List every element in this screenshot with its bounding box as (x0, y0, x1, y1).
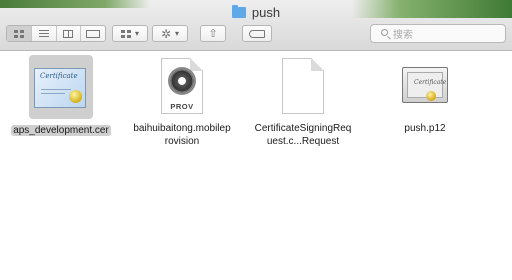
file-item-mobileprovision[interactable]: PROV baihuibaitong.mobileprovision (132, 55, 232, 148)
share-button[interactable]: ⇧ (200, 25, 226, 42)
file-item-p12[interactable]: Certificate push.p12 (375, 55, 475, 135)
window-title-text: push (251, 5, 281, 20)
window-title: push (0, 5, 512, 20)
window-toolbar: push ▾ ✲ ▾ ⇧ 搜索 (0, 0, 512, 51)
prov-badge: PROV (170, 102, 194, 111)
list-view-icon (38, 29, 49, 38)
icon-view-button[interactable] (7, 26, 32, 41)
search-placeholder: 搜索 (393, 30, 413, 41)
share-icon: ⇧ (208, 28, 218, 40)
gear-icon (170, 69, 194, 93)
file-icon-selection-highlight: Certificate (29, 55, 93, 119)
tag-icon (249, 29, 265, 38)
search-field[interactable]: 搜索 (370, 24, 506, 43)
icon-view-icon (13, 29, 24, 38)
file-item-csr[interactable]: CertificateSigningRequest.c...Request (253, 55, 353, 148)
view-mode-segmented-control (6, 25, 106, 42)
arrange-button[interactable]: ▾ (112, 25, 148, 42)
cover-flow-view-button[interactable] (81, 26, 105, 41)
file-name: baihuibaitong.mobileprovision (133, 123, 231, 147)
chevron-down-icon: ▾ (134, 29, 139, 38)
file-icon (274, 55, 332, 117)
certificate-icon: Certificate (34, 68, 86, 108)
gear-icon: ✲ (160, 26, 172, 41)
file-name: aps_development.cer (11, 125, 111, 136)
file-icon: PROV (153, 55, 211, 117)
file-icon: Certificate (396, 55, 454, 117)
p12-certificate-icon: Certificate (402, 67, 448, 103)
list-view-button[interactable] (32, 26, 57, 41)
action-button[interactable]: ✲ ▾ (152, 25, 188, 42)
file-name: CertificateSigningRequest.c...Request (254, 123, 352, 147)
column-view-button[interactable] (57, 26, 82, 41)
tag-button[interactable] (242, 25, 272, 42)
cover-flow-icon (86, 29, 101, 38)
column-view-icon (63, 29, 74, 38)
file-item-aps-development[interactable]: Certificate aps_development.cer (11, 55, 111, 137)
folder-icon (231, 5, 246, 18)
chevron-down-icon: ▾ (175, 29, 180, 38)
file-name: push.p12 (404, 123, 446, 134)
search-icon (381, 29, 388, 36)
arrange-grid-icon (120, 29, 131, 38)
